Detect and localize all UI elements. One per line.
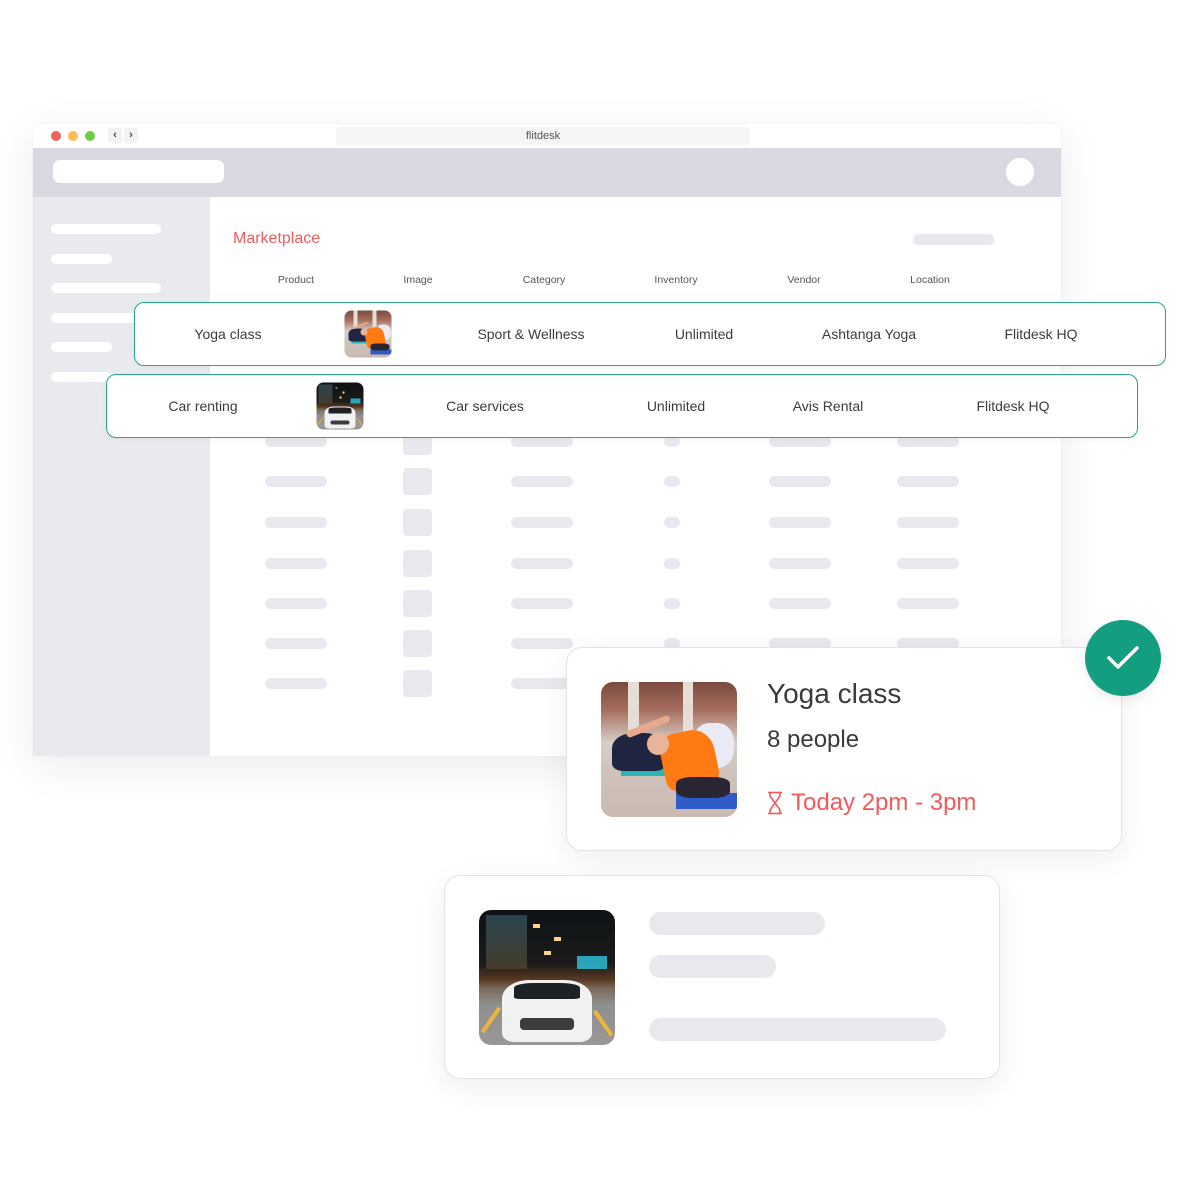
close-window-button[interactable] [51,131,61,141]
product-image [316,382,364,430]
text-placeholder [511,678,573,689]
text-placeholder [769,598,831,609]
forward-button[interactable]: › [124,128,138,143]
product-cell: Yoga class [194,326,262,342]
sidebar-item[interactable] [51,372,112,382]
image-placeholder [403,509,432,536]
car-photo [316,382,364,430]
text-placeholder [265,678,327,689]
text-placeholder [664,476,680,487]
text-placeholder [265,598,327,609]
app-header [33,148,1061,197]
maximize-window-button[interactable] [85,131,95,141]
image-placeholder [403,468,432,495]
category-cell: Sport & Wellness [477,326,585,342]
sidebar-item[interactable] [51,254,112,264]
sidebar-item[interactable] [51,342,112,352]
subtitle-placeholder [649,955,776,978]
confirmed-badge [1085,620,1161,696]
minimize-window-button[interactable] [68,131,78,141]
avatar[interactable] [1006,158,1034,186]
back-button[interactable]: ‹ [108,128,122,143]
product-image [344,310,392,358]
booking-image [601,682,737,817]
column-header-vendor: Vendor [787,274,821,286]
text-placeholder [511,476,573,487]
text-placeholder [265,558,327,569]
column-header-location: Location [910,274,950,286]
sidebar-item[interactable] [51,283,161,293]
text-placeholder [769,558,831,569]
booking-card[interactable]: Yoga class 8 people Today 2pm - 3pm [566,647,1122,851]
image-placeholder [403,630,432,657]
yoga-class-photo [601,682,737,817]
column-header-image: Image [403,274,433,286]
text-placeholder [511,517,573,528]
image-placeholder [403,590,432,617]
location-cell: Flitdesk HQ [1004,326,1078,342]
text-placeholder [769,517,831,528]
text-placeholder [897,476,959,487]
booking-card-placeholder[interactable] [444,875,1000,1079]
image-placeholder [403,550,432,577]
location-cell: Flitdesk HQ [976,398,1050,414]
booking-time-text: Today 2pm - 3pm [791,789,977,816]
text-placeholder [511,558,573,569]
text-placeholder [511,638,573,649]
browser-titlebar: ‹ › flitdesk [33,124,1061,148]
hourglass-icon [768,791,782,815]
time-placeholder [649,1018,946,1041]
booking-time: Today 2pm - 3pm [767,789,976,817]
action-placeholder[interactable] [913,234,994,245]
booking-attendees: 8 people [767,726,860,753]
text-placeholder [265,476,327,487]
column-header-product: Product [277,274,315,286]
image-placeholder [403,670,432,697]
vendor-cell: Ashtanga Yoga [821,326,917,342]
address-bar[interactable]: flitdesk [336,127,750,145]
table-row[interactable]: Car renting Car services Unlimited Avis … [106,374,1138,438]
text-placeholder [265,638,327,649]
text-placeholder [664,598,680,609]
title-placeholder [649,912,825,935]
table-row[interactable]: Yoga class Sport & Wellness Unlimited As… [134,302,1166,366]
text-placeholder [897,558,959,569]
text-placeholder [897,598,959,609]
column-header-inventory: Inventory [654,274,698,286]
inventory-cell: Unlimited [646,398,706,414]
text-placeholder [664,517,680,528]
booking-title: Yoga class [767,678,902,709]
product-cell: Car renting [168,398,238,414]
sidebar-item[interactable] [51,224,161,234]
page-title: Marketplace [233,230,321,247]
yoga-class-photo [344,310,392,358]
text-placeholder [265,517,327,528]
text-placeholder [897,517,959,528]
car-photo [479,910,615,1045]
booking-image [479,910,615,1045]
sidebar [33,197,210,756]
text-placeholder [769,476,831,487]
vendor-cell: Avis Rental [792,398,864,414]
text-placeholder [511,598,573,609]
inventory-cell: Unlimited [674,326,734,342]
header-search-placeholder[interactable] [53,160,224,183]
text-placeholder [664,558,680,569]
category-cell: Car services [446,398,524,414]
check-icon [1107,646,1139,669]
column-header-category: Category [522,274,566,286]
